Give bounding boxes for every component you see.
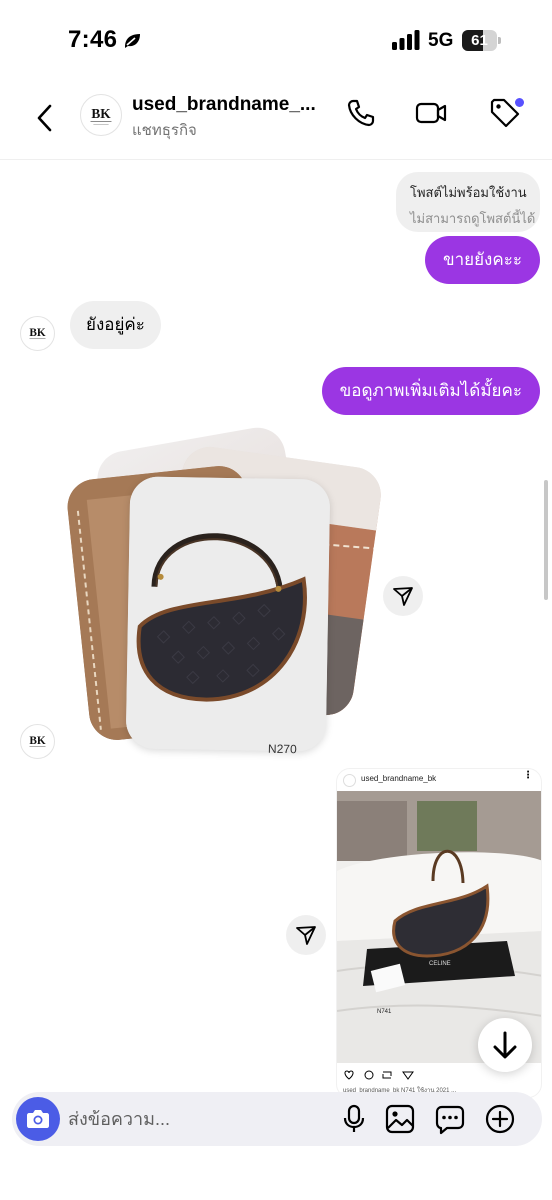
svg-text:CELINE: CELINE — [429, 961, 451, 967]
arrow-down-icon — [493, 1031, 517, 1059]
message-bubble-out[interactable]: ขายยังคะะ — [424, 236, 540, 284]
camera-icon — [27, 1110, 49, 1128]
video-call-icon[interactable] — [414, 96, 448, 130]
chat-header: BK used_brandname_... แชทธุรกิจ — [0, 80, 552, 160]
post-header: used_brandname_bk ⋮ — [337, 769, 541, 793]
post-username: used_brandname_bk — [361, 774, 437, 783]
battery-icon: 61 — [462, 30, 502, 51]
status-time: 7:46 — [68, 26, 118, 53]
send-icon — [393, 587, 413, 606]
sticker-chat-icon[interactable] — [434, 1103, 466, 1135]
unavailable-title: โพสต์ไม่พร้อมใช้งาน — [410, 185, 527, 200]
post-avatar — [343, 774, 356, 787]
back-icon[interactable] — [30, 98, 62, 138]
signal-icon — [392, 30, 420, 50]
more-icon[interactable]: ⋮ — [523, 770, 533, 781]
scroll-to-bottom-button[interactable] — [478, 1018, 532, 1072]
handbag-image — [125, 476, 331, 752]
unavailable-post-card[interactable]: โพสต์ไม่พร้อมใช้งาน ไม่สามารถดูโพสต์นี้ไ… — [396, 172, 540, 232]
camera-button[interactable] — [16, 1097, 60, 1141]
message-bubble-in[interactable]: ยังอยู่ค่ะ — [70, 301, 161, 349]
contact-subtitle: แชทธุรกิจ — [132, 122, 197, 139]
plus-icon[interactable] — [484, 1103, 516, 1135]
network-type: 5G — [428, 30, 454, 51]
message-input[interactable] — [68, 1092, 328, 1146]
svg-text:N741: N741 — [377, 1009, 392, 1015]
sender-avatar[interactable]: BK — [20, 724, 55, 759]
message-bubble-out[interactable]: ขอดูภาพเพิ่มเติมได้มั้ยคะ — [321, 367, 540, 415]
svg-text:BK: BK — [91, 106, 111, 121]
svg-text:BK: BK — [29, 327, 46, 339]
contact-avatar[interactable]: BK — [80, 94, 122, 136]
share-button[interactable] — [286, 915, 326, 955]
microphone-icon[interactable] — [338, 1103, 370, 1135]
scrollbar[interactable] — [544, 480, 548, 600]
message-composer — [12, 1092, 542, 1146]
svg-text:BK: BK — [29, 735, 46, 747]
post-action-icons — [344, 1070, 414, 1080]
photo-card-front[interactable] — [125, 476, 331, 752]
photo-code: N270 — [267, 741, 297, 757]
gallery-icon[interactable] — [384, 1103, 416, 1135]
share-button[interactable] — [383, 576, 423, 616]
phone-call-icon[interactable] — [344, 96, 378, 130]
status-bar: 7:46 5G 61 — [0, 0, 552, 80]
leaf-icon — [125, 34, 140, 48]
send-icon — [296, 926, 316, 945]
notification-dot — [515, 98, 524, 107]
unavailable-subtitle: ไม่สามารถดูโพสต์นี้ได้ — [410, 211, 536, 226]
battery-level: 61 — [471, 32, 488, 49]
contact-name[interactable]: used_brandname_... — [132, 94, 316, 116]
sender-avatar[interactable]: BK — [20, 316, 55, 351]
